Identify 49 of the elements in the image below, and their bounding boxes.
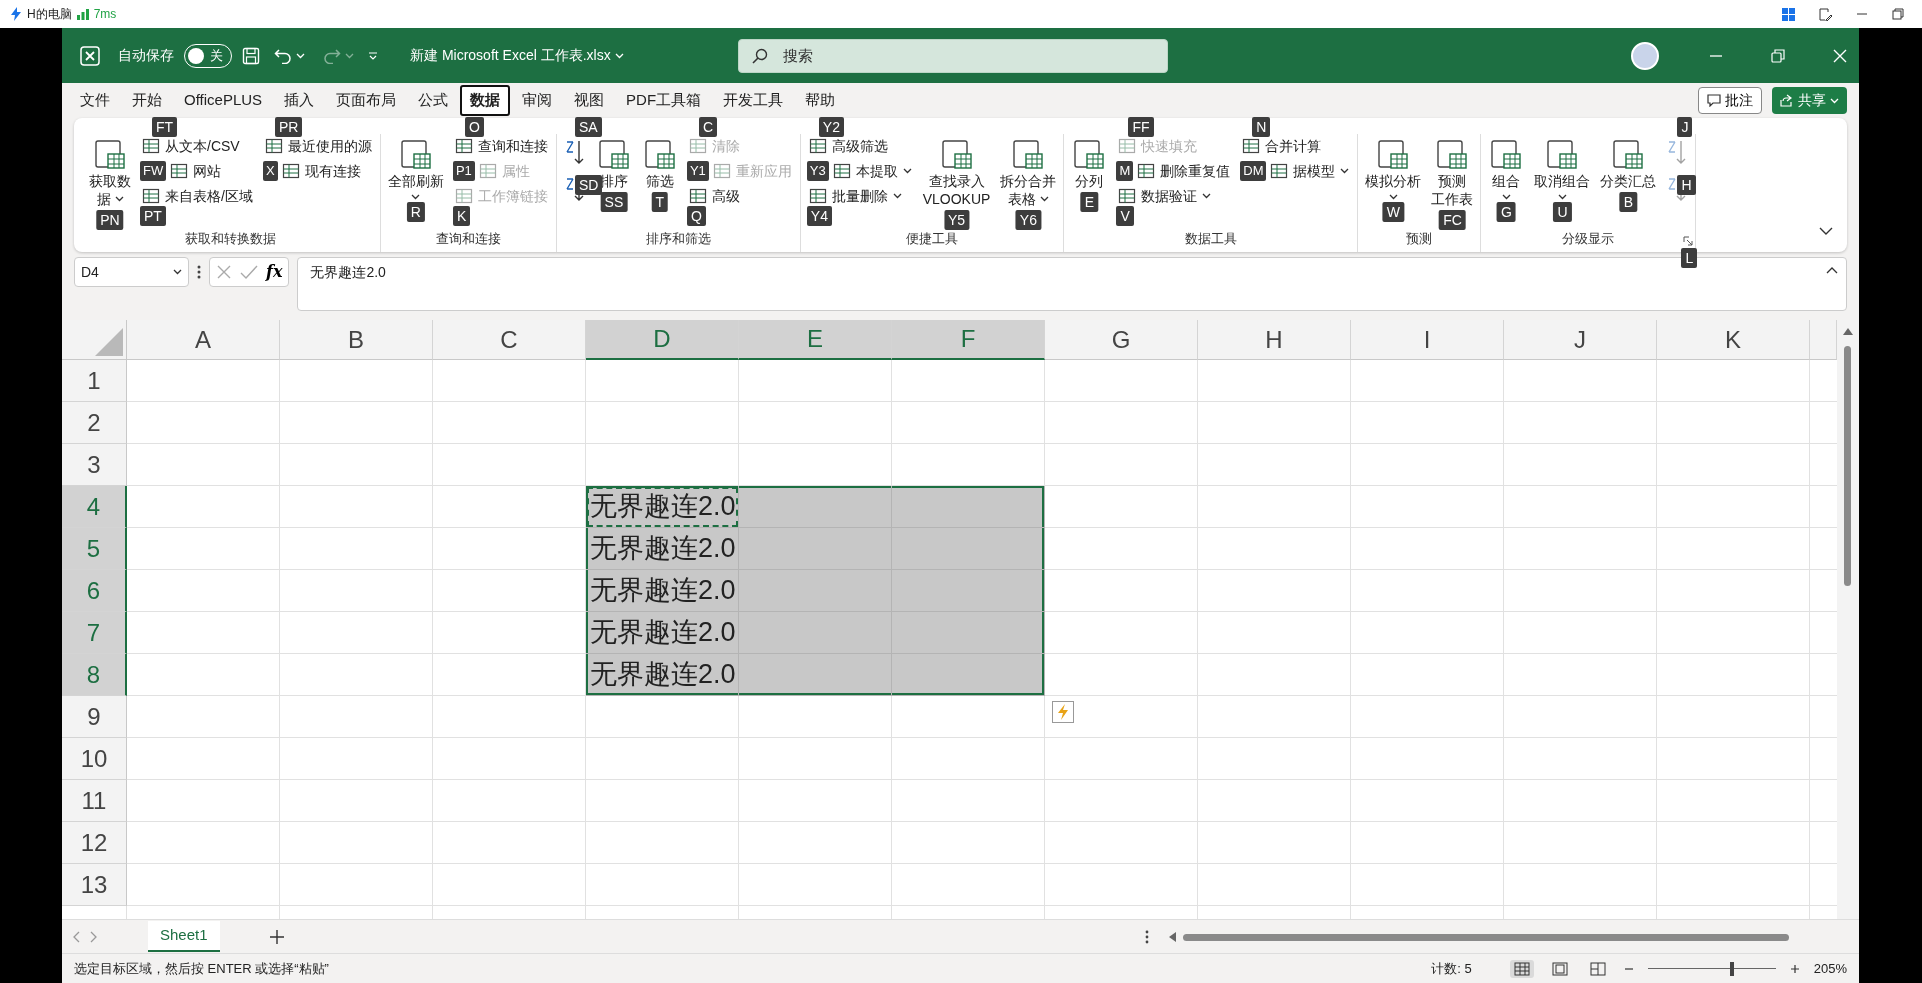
keytip-tooltip: Y3	[806, 161, 829, 181]
keytip-tooltip: Y5	[944, 210, 970, 230]
keytip-tooltip: FC	[1439, 210, 1466, 230]
keytip-tooltip: W	[1382, 202, 1405, 222]
keytip-tooltip: B	[1619, 192, 1638, 212]
group-label: 便捷工具	[906, 230, 959, 248]
keytip-tooltip: PN	[96, 210, 124, 230]
autosave-label: 自动保存	[118, 46, 174, 65]
keytip-tooltip: R	[406, 202, 425, 222]
group-label: 排序和筛选	[645, 230, 711, 248]
computer-name: H的电脑	[27, 6, 72, 23]
keytip-tooltip: P1	[452, 161, 475, 181]
keytip-tooltip: L	[1681, 248, 1698, 268]
keytip-tooltip: SD	[574, 175, 603, 195]
keytip-tooltip: Y2	[818, 117, 844, 137]
keytip-tooltip: FT	[152, 117, 178, 137]
keytip-tooltip: PT	[140, 206, 166, 226]
keytip-tooltip: T	[651, 192, 669, 212]
keytip-tooltip: J	[1677, 117, 1693, 137]
group-label: 查询和连接	[435, 230, 501, 248]
keytip-tooltip: C	[698, 117, 717, 137]
keytip-tooltip: O	[464, 117, 484, 137]
group-label: 数据工具	[1184, 230, 1237, 248]
keytip-tooltip: U	[1553, 202, 1572, 222]
keytip-tooltip: DM	[1240, 161, 1267, 181]
zoom-level-text: 205%	[1813, 959, 1847, 978]
keytip-tooltip: Y1	[686, 161, 709, 181]
group-label: 分级显示	[1562, 230, 1615, 248]
keytip-tooltip: Y4	[806, 206, 832, 226]
count-text: 计数: 5	[1431, 959, 1472, 978]
keytip-tooltip: M	[1116, 161, 1134, 181]
latency-text: 7ms	[93, 6, 117, 23]
keytip-tooltip: SS	[600, 192, 628, 212]
keytip-tooltip: G	[1497, 202, 1516, 222]
group-label: 预测	[1406, 230, 1433, 248]
status-message: 选定目标区域，然后按 ENTER 或选择“粘贴”	[74, 959, 329, 978]
keytip-tooltip: X	[262, 161, 278, 181]
keytip-tooltip: N	[1252, 117, 1271, 137]
keytip-tooltip: FW	[140, 161, 167, 181]
keytip-tooltip: K	[452, 206, 471, 226]
keytip-tooltip: E	[1080, 192, 1099, 212]
keytip-tooltip: PR	[274, 117, 303, 137]
keytip-tooltip: H	[1677, 175, 1696, 195]
keytip-tooltip: SA	[574, 117, 602, 137]
group-label: 获取和转换数据	[185, 230, 277, 248]
keytip-tooltip: FF	[1128, 117, 1154, 137]
keytip-tooltip: V	[1116, 206, 1134, 226]
keytip-tooltip: Q	[686, 206, 706, 226]
keytip-tooltip: Y6	[1015, 210, 1041, 230]
